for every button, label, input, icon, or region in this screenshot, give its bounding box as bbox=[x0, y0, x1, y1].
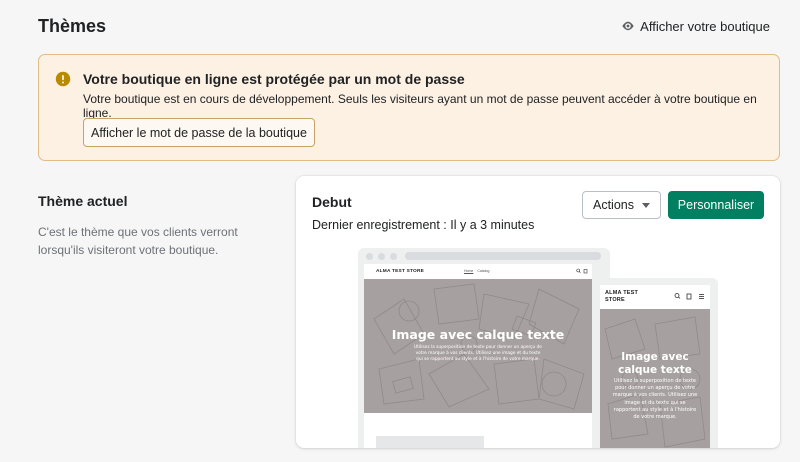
banner-text: Votre boutique est en cours de développe… bbox=[83, 92, 757, 120]
actions-label: Actions bbox=[593, 198, 634, 212]
mobile-store-nav: ALMA TEST STORE bbox=[600, 285, 710, 309]
preview-hero-subtext: Utilisez la superposition de texte pour … bbox=[364, 345, 592, 363]
mobile-nav-icons bbox=[674, 292, 706, 302]
last-saved-text: Dernier enregistrement : Il y a 3 minute… bbox=[312, 218, 535, 232]
actions-dropdown-button[interactable]: Actions bbox=[582, 191, 661, 219]
password-protection-banner: Votre boutique en ligne est protégée par… bbox=[38, 54, 780, 161]
customize-button[interactable]: Personnaliser bbox=[668, 191, 764, 219]
warning-icon bbox=[55, 71, 71, 87]
mobile-hero-heading: Image avec calque texte bbox=[600, 351, 710, 377]
mobile-hero-subtext-line: image et du texte qui se bbox=[624, 399, 686, 406]
mobile-hero-heading-line: Image avec bbox=[621, 351, 689, 363]
mobile-store-logo-line: STORE bbox=[605, 296, 625, 303]
banner-title: Votre boutique en ligne est protégée par… bbox=[83, 71, 465, 87]
view-store-link[interactable]: Afficher votre boutique bbox=[621, 19, 770, 34]
mobile-store-logo-line: ALMA TEST bbox=[605, 290, 639, 296]
mobile-hero-image: Image avec calque texte Utilisez la supe… bbox=[600, 309, 710, 448]
preview-hero-subtext-line: qui se rapportent au style et à l'histoi… bbox=[416, 357, 540, 362]
preview-hero-heading: Image avec calque texte bbox=[391, 327, 565, 342]
mobile-hero-subtext-line: marque à vos clients. Utilisez une bbox=[612, 392, 698, 399]
preview-hero-image: Image avec calque texte Utilisez la supe… bbox=[364, 279, 592, 413]
preview-nav-link: Catalog bbox=[477, 269, 490, 273]
current-theme-description: C'est le thème que vos clients verront l… bbox=[38, 225, 238, 257]
page-header: Thèmes Afficher votre boutique bbox=[38, 14, 770, 38]
theme-name: Debut bbox=[312, 194, 352, 210]
browser-dot bbox=[378, 253, 385, 260]
mobile-hero-subtext-line: rapportent au style et à l'histoire bbox=[613, 406, 697, 413]
mobile-hero-subtext-line: de votre marque. bbox=[633, 414, 677, 421]
browser-dot bbox=[366, 253, 373, 260]
eye-icon bbox=[622, 21, 634, 31]
current-theme-title: Thème actuel bbox=[38, 193, 128, 209]
view-store-label: Afficher votre boutique bbox=[640, 18, 770, 34]
browser-url-bar bbox=[405, 252, 601, 260]
preview-nav-links: Home Catalog bbox=[464, 269, 493, 273]
preview-placeholder-block bbox=[376, 436, 484, 448]
preview-nav-icons bbox=[576, 268, 588, 276]
mobile-hero-subtext: Utilisez la superposition de texte pour … bbox=[600, 378, 710, 421]
caret-down-icon bbox=[642, 202, 650, 208]
search-cart-menu-icons bbox=[674, 293, 704, 300]
mobile-store-logo: ALMA TEST STORE bbox=[605, 290, 638, 303]
show-password-button[interactable]: Afficher le mot de passe de la boutique bbox=[83, 118, 315, 147]
mobile-hero-subtext-line: Utilisez la superposition de texte bbox=[614, 378, 696, 384]
browser-dot bbox=[390, 253, 397, 260]
current-theme-card: Debut Dernier enregistrement : Il y a 3 … bbox=[296, 176, 780, 448]
preview-nav-link: Home bbox=[464, 269, 474, 273]
mobile-hero-heading-line: calque texte bbox=[618, 364, 692, 376]
page-title: Thèmes bbox=[38, 15, 107, 36]
desktop-preview: ALMA TEST STORE Home Catalog Image avec … bbox=[358, 248, 610, 448]
search-cart-icons bbox=[576, 268, 588, 274]
preview-content-area bbox=[364, 413, 592, 448]
preview-store-nav: ALMA TEST STORE Home Catalog bbox=[364, 264, 592, 279]
mobile-preview: ALMA TEST STORE Image avec calque texte … bbox=[594, 278, 718, 448]
browser-bar bbox=[358, 248, 610, 264]
preview-store-logo: ALMA TEST STORE bbox=[376, 269, 425, 274]
